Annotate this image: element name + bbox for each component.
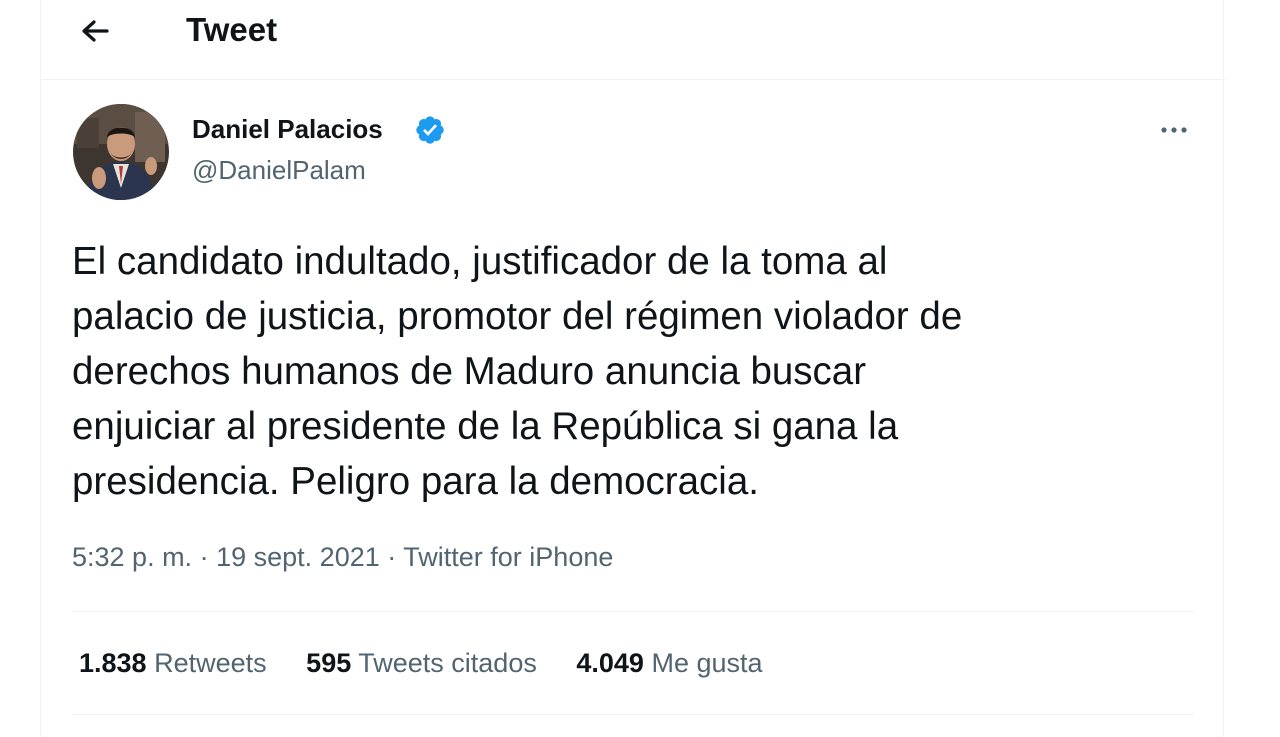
divider — [72, 714, 1194, 715]
avatar-photo — [73, 104, 169, 200]
quote-tweets-stat[interactable]: 595 Tweets citados — [306, 645, 537, 681]
author-handle[interactable]: @DanielPalam — [192, 153, 366, 187]
retweets-stat[interactable]: 1.838 Retweets — [79, 645, 267, 681]
likes-label: Me gusta — [651, 648, 763, 678]
tweet-text-line: enjuiciar al presidente de la República … — [72, 405, 899, 448]
arrow-left-icon — [82, 20, 109, 42]
likes-count: 4.049 — [576, 648, 644, 678]
divider — [72, 611, 1194, 612]
tweet-text-line: presidencia. Peligro para la democracia. — [72, 460, 759, 503]
verified-badge-icon — [414, 114, 446, 146]
likes-stat[interactable]: 4.049 Me gusta — [576, 645, 762, 681]
tweet-time[interactable]: 5:32 p. m. — [72, 542, 192, 572]
retweets-label: Retweets — [154, 648, 267, 678]
avatar[interactable] — [73, 104, 169, 200]
more-horizontal-icon — [1161, 127, 1187, 133]
quote-tweets-count: 595 — [306, 648, 352, 678]
author-name[interactable]: Daniel Palacios — [192, 112, 383, 146]
tweet-text: El candidato indultado, justificador de … — [72, 234, 1192, 509]
tweet-detail-column: Tweet Daniel Palacios @DanielPalam El ca… — [40, 0, 1225, 737]
back-button[interactable] — [71, 12, 117, 50]
more-options-button[interactable] — [1154, 112, 1194, 148]
tweet-text-line: El candidato indultado, justificador de … — [72, 240, 888, 283]
tweet-date[interactable]: 19 sept. 2021 — [216, 542, 380, 572]
retweets-count: 1.838 — [79, 648, 147, 678]
meta-separator: · — [387, 542, 397, 572]
tweet-text-line: palacio de justicia, promotor del régime… — [72, 295, 963, 338]
page-title: Tweet — [186, 11, 278, 48]
tweet-text-line: derechos humanos de Maduro anuncia busca… — [72, 350, 867, 393]
engagement-stats: 1.838 Retweets 595 Tweets citados 4.049 … — [79, 645, 763, 681]
tweet-source[interactable]: Twitter for iPhone — [403, 542, 613, 572]
quote-tweets-label: Tweets citados — [358, 648, 537, 678]
top-bar: Tweet — [41, 0, 1225, 80]
meta-separator: · — [199, 542, 209, 572]
tweet-metadata: 5:32 p. m. · 19 sept. 2021 · Twitter for… — [72, 539, 613, 575]
